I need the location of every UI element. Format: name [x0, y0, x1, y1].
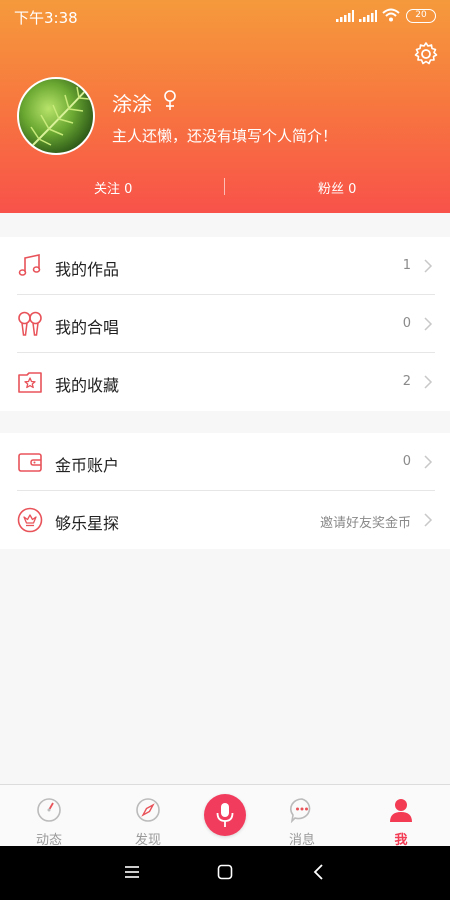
battery-icon: 20: [406, 9, 436, 23]
tab-messages[interactable]: 消息: [262, 785, 342, 848]
system-navigation-bar: [0, 846, 450, 900]
avatar[interactable]: [17, 77, 95, 155]
back-icon[interactable]: [313, 864, 325, 880]
menu-item-my-favorites[interactable]: 我的收藏 2: [0, 353, 450, 411]
menu-item-talent-scout[interactable]: 够乐星探 邀请好友奖金币: [0, 491, 450, 549]
tab-discover[interactable]: 发现: [108, 785, 188, 848]
female-gender-icon: [164, 90, 176, 110]
signal-icon: [359, 10, 377, 22]
menu-item-count: 0: [402, 454, 411, 469]
profile-header: 下午3:38 20 涂涂 主人还懒，还没有填写个人简介！ 关注 0 粉丝 0: [0, 0, 450, 213]
record-microphone-button[interactable]: [204, 794, 246, 836]
followers-count[interactable]: 粉丝 0: [318, 178, 356, 197]
menu-item-my-works[interactable]: 我的作品 1: [0, 237, 450, 295]
compass-icon: [136, 798, 160, 822]
duet-microphones-icon: [18, 311, 42, 336]
menu-group-works: 我的作品 1 我的合唱 0 我的收藏 2: [0, 237, 450, 411]
fern-image: [28, 86, 90, 150]
username: 涂涂: [112, 92, 152, 116]
stat-divider: [224, 178, 225, 195]
following-count[interactable]: 关注 0: [94, 178, 132, 197]
chevron-right-icon: [424, 513, 433, 527]
settings-gear-icon[interactable]: [413, 41, 439, 67]
status-bar: 下午3:38 20: [0, 0, 450, 32]
tab-me[interactable]: 我: [361, 785, 441, 848]
menu-item-count: 0: [402, 316, 411, 331]
status-time: 下午3:38: [14, 9, 78, 27]
star-folder-icon: [18, 372, 42, 393]
menu-item-hint: 邀请好友奖金币: [319, 516, 411, 531]
menu-group-account: 金币账户 0 够乐星探 邀请好友奖金币: [0, 433, 450, 549]
menu-icon[interactable]: [124, 864, 140, 880]
speedometer-icon: [37, 798, 61, 822]
home-icon[interactable]: [217, 864, 233, 880]
signal-icon: [336, 10, 354, 22]
menu-item-count: 2: [402, 374, 411, 389]
menu-item-label: 金币账户: [55, 456, 120, 475]
menu-item-label: 我的作品: [55, 260, 120, 279]
microphone-icon: [216, 803, 234, 827]
profile-bio[interactable]: 主人还懒，还没有填写个人简介！: [112, 125, 337, 146]
chevron-right-icon: [424, 455, 433, 469]
menu-item-label: 我的合唱: [55, 318, 120, 337]
menu-item-label: 我的收藏: [55, 376, 120, 395]
menu-item-label: 够乐星探: [55, 514, 120, 533]
chevron-right-icon: [424, 375, 433, 389]
chevron-right-icon: [424, 259, 433, 273]
wallet-icon: [18, 453, 42, 472]
chevron-right-icon: [424, 317, 433, 331]
chat-bubble-icon: [290, 798, 311, 823]
wifi-icon: [382, 8, 400, 22]
crown-badge-icon: [17, 507, 43, 533]
menu-item-count: 1: [402, 258, 411, 273]
tab-feed[interactable]: 动态: [9, 785, 89, 848]
person-icon: [390, 799, 412, 822]
menu-item-coin-account[interactable]: 金币账户 0: [0, 433, 450, 491]
music-note-icon: [18, 254, 41, 276]
menu-item-my-duets[interactable]: 我的合唱 0: [0, 295, 450, 353]
